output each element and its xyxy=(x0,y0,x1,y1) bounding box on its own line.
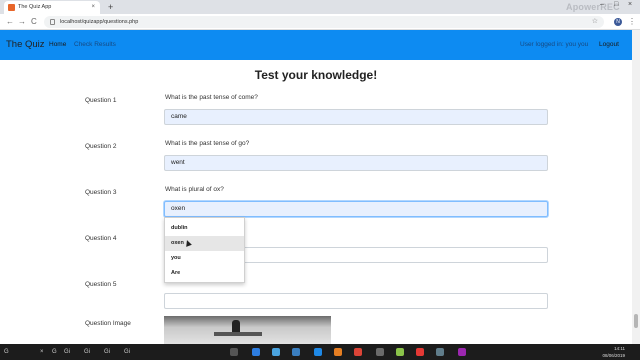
address-bar: ← → C localhost/quizapp/questions.php ☆ … xyxy=(0,14,640,30)
taskbar-item[interactable]: Gi xyxy=(64,344,70,360)
system-clock[interactable]: 14:11 08/06/2019 xyxy=(585,345,625,359)
logout-link[interactable]: Logout xyxy=(599,41,619,48)
navbar-brand[interactable]: The Quiz xyxy=(6,39,45,50)
vscode-like-icon[interactable] xyxy=(272,348,280,356)
question-1-answer-input[interactable]: came xyxy=(164,109,548,125)
folder-icon[interactable] xyxy=(292,348,300,356)
app-icon[interactable] xyxy=(436,348,444,356)
clock-date: 08/06/2019 xyxy=(602,353,625,358)
autocomplete-dropdown: dublin oxen you Are xyxy=(164,217,245,283)
url-text[interactable]: localhost/quizapp/questions.php xyxy=(60,16,138,28)
quiz-favicon-icon xyxy=(8,4,15,11)
autocomplete-option[interactable]: dublin xyxy=(165,221,244,236)
app-icon[interactable] xyxy=(416,348,424,356)
taskbar-item[interactable]: G xyxy=(4,344,9,360)
taskbar-item[interactable]: × xyxy=(40,344,44,360)
minimize-button[interactable]: – xyxy=(600,1,604,8)
tab-title: The Quiz App xyxy=(18,4,52,10)
dropbox-icon[interactable] xyxy=(252,348,260,356)
nav-home-link[interactable]: Home xyxy=(49,41,66,48)
question-1-label: Question 1 xyxy=(85,97,117,104)
clock-time: 14:11 xyxy=(614,346,625,351)
info-icon[interactable] xyxy=(50,19,55,25)
app-navbar: The Quiz Home Check Results User logged … xyxy=(0,30,640,60)
question-2-label: Question 2 xyxy=(85,143,117,150)
question-2-text: What is the past tense of go? xyxy=(165,140,250,147)
question-2-answer-input[interactable]: went xyxy=(164,155,548,171)
vscode-icon[interactable] xyxy=(314,348,322,356)
app-icon[interactable] xyxy=(458,348,466,356)
back-icon[interactable]: ← xyxy=(6,14,14,30)
window-close-button[interactable]: × xyxy=(628,1,632,8)
maximize-button[interactable]: □ xyxy=(614,1,618,8)
bookmark-star-icon[interactable]: ☆ xyxy=(592,16,598,28)
forward-icon[interactable]: → xyxy=(18,14,26,30)
tab-close-icon[interactable]: × xyxy=(91,1,95,14)
scrollbar-thumb[interactable] xyxy=(634,314,638,328)
nav-check-results-link[interactable]: Check Results xyxy=(74,41,116,48)
page-scrollbar[interactable] xyxy=(632,30,640,344)
question-5-label: Question 5 xyxy=(85,281,117,288)
firefox-icon[interactable] xyxy=(334,348,342,356)
page-title: Test your knowledge! xyxy=(254,68,378,82)
browser-tabstrip: The Quiz App × + ApowerREC – □ × xyxy=(0,0,640,14)
chrome-icon[interactable] xyxy=(354,348,362,356)
url-field[interactable]: localhost/quizapp/questions.php ☆ xyxy=(44,16,604,28)
question-3-text: What is plural of ox? xyxy=(165,186,224,193)
taskbar-item[interactable]: G xyxy=(52,344,57,360)
app-icon[interactable] xyxy=(376,348,384,356)
reload-icon[interactable]: C xyxy=(31,14,37,30)
new-tab-button[interactable]: + xyxy=(108,0,113,14)
question-image xyxy=(164,316,331,344)
os-taskbar: G × G Gi Gi Gi Gi 14:11 08/06/2019 xyxy=(0,344,640,360)
taskbar-item[interactable]: Gi xyxy=(104,344,110,360)
question-1-text: What is the past tense of come? xyxy=(165,94,258,101)
autocomplete-option[interactable]: you xyxy=(165,251,244,266)
profile-avatar[interactable]: N xyxy=(614,18,622,26)
task-view-icon[interactable] xyxy=(230,348,238,356)
browser-menu-icon[interactable]: ⋮ xyxy=(628,14,636,30)
question-5-answer-input[interactable] xyxy=(164,293,548,309)
browser-tab[interactable]: The Quiz App × xyxy=(4,1,100,14)
taskbar-item[interactable]: Gi xyxy=(84,344,90,360)
taskbar-item[interactable]: Gi xyxy=(124,344,130,360)
question-3-answer-input[interactable]: oxen xyxy=(164,201,548,217)
question-4-label: Question 4 xyxy=(85,235,117,242)
autocomplete-option[interactable]: Are xyxy=(165,266,244,281)
question-image-label: Question Image xyxy=(85,320,131,327)
image-stand xyxy=(214,332,262,336)
watermark-logo: ApowerREC xyxy=(566,2,620,12)
autocomplete-option-highlighted[interactable]: oxen xyxy=(165,236,244,251)
logged-in-user-text: User logged in: you you xyxy=(520,41,589,48)
app-icon[interactable] xyxy=(396,348,404,356)
question-3-label: Question 3 xyxy=(85,189,117,196)
